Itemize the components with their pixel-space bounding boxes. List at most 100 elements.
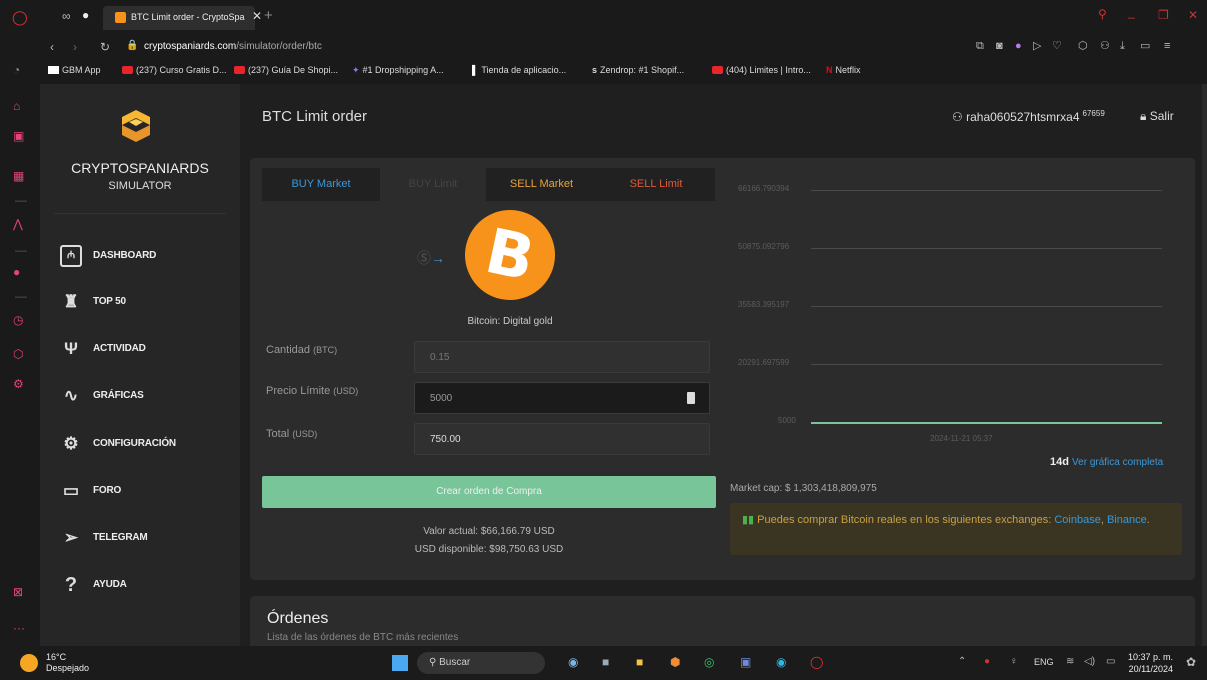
bookmark-zendrop[interactable]: s Zendrop: #1 Shopif... xyxy=(592,65,684,75)
spinner-icon[interactable] xyxy=(687,392,695,404)
sidebar-item-actividad[interactable]: Ψ ACTIVIDAD xyxy=(60,336,230,366)
price-chart[interactable]: 66166.790394 50875.092796 35583.395197 2… xyxy=(730,172,1180,452)
spotify-icon[interactable]: ● xyxy=(13,266,20,278)
bookmark-gbm[interactable]: GBM App xyxy=(48,65,101,75)
start-button[interactable] xyxy=(392,655,408,671)
snapshot-icon[interactable]: ⧉ xyxy=(976,41,984,52)
binance-link[interactable]: Binance xyxy=(1107,514,1147,526)
arc-icon[interactable]: ⋀ xyxy=(13,218,23,230)
coinbase-link[interactable]: Coinbase xyxy=(1054,514,1100,526)
tab-buy-market[interactable]: BUY Market xyxy=(262,168,380,201)
file-explorer-icon[interactable]: ■ xyxy=(636,656,643,668)
gridline xyxy=(811,248,1162,249)
logout-button[interactable]: 🔒︎ Salir xyxy=(1140,109,1174,124)
tray-app-icon[interactable]: ● xyxy=(984,657,990,667)
sidebar-item-dashboard[interactable]: ₼ DASHBOARD xyxy=(60,243,230,273)
telegram-icon: ➢ xyxy=(63,528,79,547)
maximize-icon[interactable]: ❐ xyxy=(1158,9,1169,21)
bookmark-limites[interactable]: (404) Limites | Intro... xyxy=(712,65,811,75)
more-icon[interactable]: ··· xyxy=(13,622,25,634)
browser-titlebar: ◯ ∞ ● BTC Limit order - CryptoSpa ✕ + ⚲ … xyxy=(0,0,1207,34)
shopping-icon[interactable]: ⌂ xyxy=(13,100,20,112)
discord-icon[interactable]: ▣ xyxy=(740,656,751,668)
y-tick: 50875.092796 xyxy=(738,242,790,251)
sidebar-item-graficas[interactable]: ∿ GRÁFICAS xyxy=(60,383,230,413)
clock[interactable]: 10:37 p. m. 20/11/2024 xyxy=(1128,651,1173,675)
sidebar-item-top50[interactable]: ♜ TOP 50 xyxy=(60,289,230,319)
user-menu[interactable]: ⚇ raha060527htsmrxa4 67659 xyxy=(952,109,1105,124)
language-indicator[interactable]: ENG xyxy=(1034,657,1054,667)
widgets-icon[interactable]: ◉ xyxy=(568,656,578,668)
history-icon[interactable]: ◷ xyxy=(13,314,23,326)
sidebar-item-label: AYUDA xyxy=(93,579,127,590)
menu-icon[interactable]: ≡ xyxy=(1164,41,1170,52)
reload-icon[interactable]: ↻ xyxy=(100,41,110,53)
sidebar-item-foro[interactable]: ▭ FORO xyxy=(60,478,230,508)
opera-icon[interactable]: ◯ xyxy=(810,656,823,668)
sidebar-item-configuracion[interactable]: ⚙ CONFIGURACIÓN xyxy=(60,431,230,461)
download-icon[interactable]: ⤓ xyxy=(1120,41,1125,52)
search-box[interactable]: ⚲ Buscar xyxy=(417,652,545,674)
edge-icon[interactable]: ◉ xyxy=(776,656,786,668)
forward-icon[interactable]: › xyxy=(73,41,77,53)
messenger-icon[interactable]: ▣ xyxy=(13,130,24,142)
active-tab[interactable]: BTC Limit order - CryptoSpa xyxy=(103,6,255,30)
tab-sell-limit[interactable]: SELL Limit xyxy=(597,168,715,201)
vpn-icon[interactable]: ● xyxy=(1015,41,1022,52)
close-tab-icon[interactable]: ✕ xyxy=(252,10,262,22)
crypto-wallet-icon[interactable]: ▦ xyxy=(13,170,24,182)
youtube-icon xyxy=(234,66,245,74)
opera-logo-icon[interactable]: ◯ xyxy=(12,10,28,24)
sidebar-divider-icon: — xyxy=(15,193,27,207)
notifications-icon[interactable]: ✿ xyxy=(1186,656,1196,668)
account-icon[interactable]: ⚇ xyxy=(1100,41,1110,52)
bookmark-netflix[interactable]: N Netflix xyxy=(826,65,861,75)
sidebar-item-ayuda[interactable]: ? AYUDA xyxy=(60,572,230,602)
sidebar-item-label: CONFIGURACIÓN xyxy=(93,438,176,449)
extensions-icon[interactable]: ⬡ xyxy=(1078,41,1088,52)
price-input[interactable]: 5000 xyxy=(414,382,710,414)
camera-icon[interactable]: ◙ xyxy=(996,41,1003,52)
chart-range: 14d Ver gráfica completa xyxy=(1050,456,1163,468)
settings-icon[interactable]: ⚙ xyxy=(13,378,24,390)
store-icon[interactable]: ⬢ xyxy=(670,656,680,668)
volume-icon[interactable]: ◁) xyxy=(1084,657,1095,667)
microphone-icon[interactable]: ♀ xyxy=(1010,657,1018,667)
tray-expand-icon[interactable]: ⌃ xyxy=(958,657,966,667)
logo-icon[interactable] xyxy=(118,108,154,144)
minimize-icon[interactable]: _ xyxy=(1128,6,1135,18)
sidebar-item-telegram[interactable]: ➢ TELEGRAM xyxy=(60,525,230,555)
github-tab-icon[interactable]: ● xyxy=(82,9,89,21)
new-tab-icon[interactable]: + xyxy=(264,8,273,23)
pin-icon[interactable]: ⊠ xyxy=(13,586,23,598)
close-window-icon[interactable]: ✕ xyxy=(1188,9,1198,21)
date: 20/11/2024 xyxy=(1128,664,1174,674)
bookmark-dropshipping[interactable]: ✦ #1 Dropshipping A... xyxy=(352,65,444,76)
heart-icon[interactable]: ♡ xyxy=(1052,41,1062,52)
whatsapp-icon[interactable]: ◎ xyxy=(704,656,714,668)
bookmark-guia[interactable]: (237) Guía De Shopi... xyxy=(234,65,338,75)
workspaces-icon[interactable]: ∞ xyxy=(62,10,71,22)
search-tabs-icon[interactable]: ⚲ xyxy=(1098,8,1107,20)
orders-subtitle: Lista de las órdenes de BTC más reciente… xyxy=(267,632,459,643)
search-label: Buscar xyxy=(439,657,471,668)
weather-widget[interactable]: 16°C Despejado xyxy=(20,652,89,674)
back-icon[interactable]: ‹ xyxy=(50,41,54,53)
tab-sell-market[interactable]: SELL Market xyxy=(486,168,597,201)
cube-icon[interactable]: ⬡ xyxy=(13,348,23,360)
address-bar[interactable]: cryptospaniards.com/simulator/order/btc xyxy=(144,41,322,52)
tab-buy-limit[interactable]: BUY Limit xyxy=(380,168,486,201)
battery-icon[interactable]: ▭ xyxy=(1106,657,1115,667)
task-view-icon[interactable]: ■ xyxy=(602,656,609,668)
aria-icon[interactable]: ◔ xyxy=(13,64,20,76)
play-icon[interactable]: ▷ xyxy=(1033,41,1041,52)
full-chart-link[interactable]: Ver gráfica completa xyxy=(1072,457,1163,468)
create-order-button[interactable]: Crear orden de Compra xyxy=(262,476,716,508)
battery-saver-icon[interactable]: ▭ xyxy=(1140,41,1150,52)
bookmark-tienda[interactable]: ▌ Tienda de aplicacio... xyxy=(472,65,566,75)
amount-input[interactable]: 0.15 xyxy=(414,341,710,373)
scrollbar[interactable] xyxy=(1202,84,1207,646)
sidebar-divider-icon: — xyxy=(15,243,27,257)
bookmark-curso[interactable]: (237) Curso Gratis D... xyxy=(122,65,227,75)
wifi-icon[interactable]: ≋ xyxy=(1066,657,1074,667)
